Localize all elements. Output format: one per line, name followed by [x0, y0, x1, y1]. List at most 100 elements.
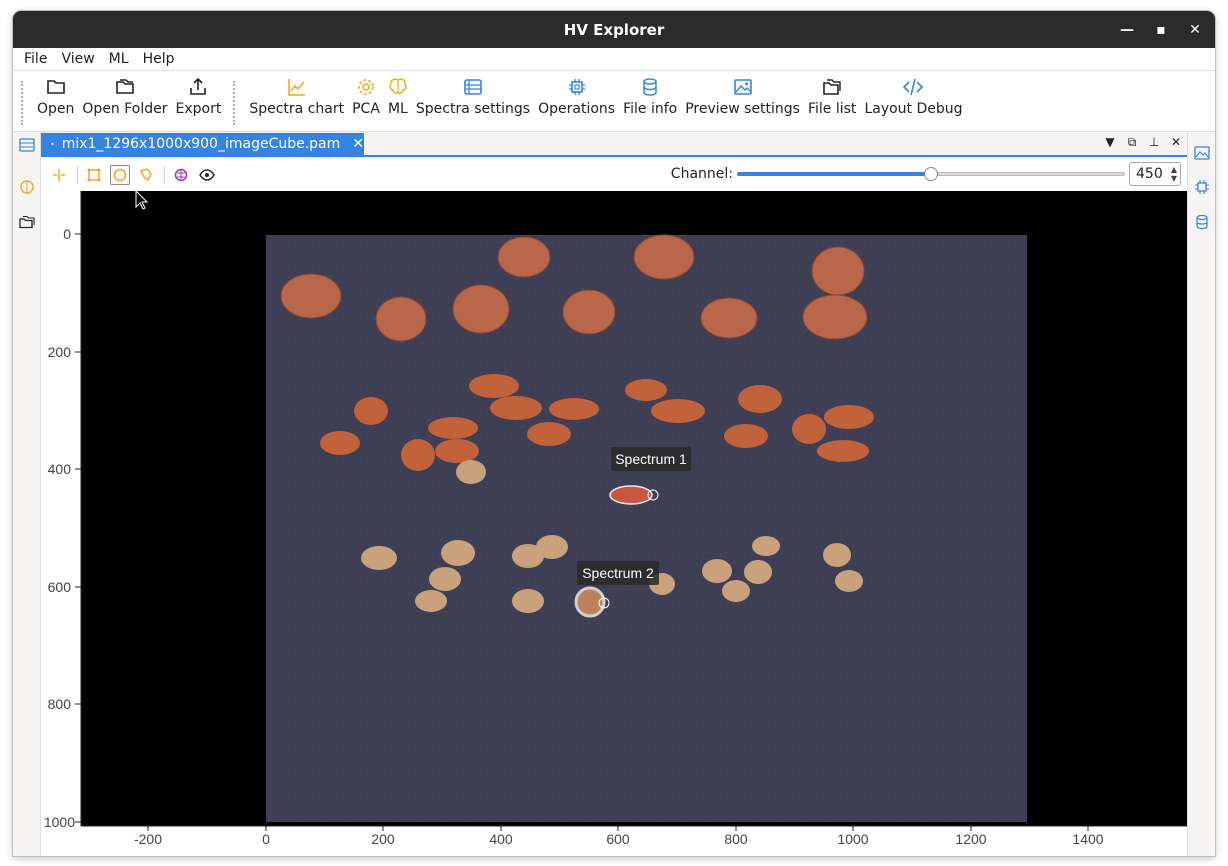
spectra-chart-label: Spectra chart: [249, 101, 345, 117]
export-label: Export: [175, 101, 222, 117]
spectra-settings-button[interactable]: Spectra settings: [412, 71, 534, 117]
brain-icon: [174, 168, 188, 182]
channel-spinbox[interactable]: 450 ▲ ▼: [1129, 162, 1181, 186]
brain-icon[interactable]: [19, 179, 35, 195]
ellipse-select-tool[interactable]: [110, 165, 130, 185]
y-tick-label: 600: [48, 579, 72, 595]
tool-separator: [164, 166, 165, 184]
y-tick-label: 800: [48, 696, 72, 712]
image-view[interactable]: Spectrum 1 Spectrum 2 0 200 400 600 800 …: [41, 189, 1187, 856]
spectrum-1-roi[interactable]: [609, 485, 653, 505]
menu-ml[interactable]: ML: [102, 51, 136, 67]
toolbar-grip[interactable]: [21, 81, 25, 125]
database-icon: [643, 78, 657, 96]
database-icon[interactable]: [1194, 214, 1210, 230]
channel-control: Channel: 450 ▲ ▼: [671, 162, 1181, 186]
rect-select-tool[interactable]: [84, 165, 104, 185]
gear-icon: [358, 79, 374, 95]
spectra-chart-button[interactable]: Spectra chart: [245, 71, 348, 117]
polygon-select-tool[interactable]: [136, 165, 156, 185]
spin-arrows-icon[interactable]: ▲ ▼: [1171, 165, 1177, 183]
mouse-cursor-icon: [135, 189, 149, 210]
image-icon: [733, 79, 752, 95]
minimize-icon: —: [1120, 22, 1134, 38]
window-title: HV Explorer: [563, 20, 665, 39]
file-info-label: File info: [623, 101, 678, 117]
image-plot[interactable]: Spectrum 1 Spectrum 2 0 200 400 600 800 …: [41, 189, 1187, 856]
ml-button[interactable]: ML: [384, 71, 412, 117]
open-folder-button[interactable]: Open Folder: [78, 71, 171, 117]
layout-debug-label: Layout Debug: [864, 101, 963, 117]
x-tick-label: 400: [489, 831, 513, 847]
tab-image-cube[interactable]: mix1_1296x1000x900_imageCube.pam ✕: [41, 133, 364, 155]
folders-icon: [823, 79, 841, 95]
operations-button[interactable]: Operations: [534, 71, 619, 117]
crosshair-tool[interactable]: [49, 165, 69, 185]
menu-file[interactable]: File: [17, 51, 54, 67]
y-tick-label: 0: [63, 226, 71, 242]
x-tick-label: 600: [606, 831, 630, 847]
file-list-button[interactable]: File list: [804, 71, 860, 117]
channel-value: 450: [1136, 166, 1163, 182]
close-panel-icon[interactable]: ✕: [1169, 135, 1183, 150]
image-file-icon: [51, 142, 54, 146]
pca-button[interactable]: PCA: [348, 71, 384, 117]
brain-icon: [389, 78, 407, 94]
x-tick-label: 200: [371, 831, 395, 847]
pca-label: PCA: [352, 101, 380, 117]
maximize-icon: ▪: [1156, 22, 1166, 38]
x-tick-label: -200: [134, 831, 162, 847]
open-label: Open: [37, 101, 75, 117]
ellipse-icon: [113, 168, 127, 182]
eye-icon: [199, 169, 215, 181]
tab-menu-icon[interactable]: ▼: [1103, 135, 1117, 150]
ml-overlay-tool[interactable]: [171, 165, 191, 185]
slider-handle[interactable]: [924, 167, 938, 181]
tab-title: mix1_1296x1000x900_imageCube.pam: [61, 136, 341, 152]
y-axis-area: [41, 191, 81, 826]
layout-debug-button[interactable]: Layout Debug: [860, 71, 966, 117]
x-tick-label: 1200: [955, 831, 986, 847]
tool-separator: [77, 166, 78, 184]
right-dock-bar: [1187, 132, 1215, 856]
close-window-button[interactable]: ✕: [1181, 17, 1209, 43]
spectrum-1-label: Spectrum 1: [615, 451, 687, 467]
pin-icon[interactable]: ⊥: [1147, 135, 1161, 150]
maximize-button[interactable]: ▪: [1147, 17, 1175, 43]
menu-view[interactable]: View: [54, 51, 101, 67]
export-icon: [190, 77, 207, 95]
float-icon[interactable]: ⧉: [1125, 135, 1139, 150]
folder-icon: [46, 80, 65, 94]
channel-slider[interactable]: [737, 166, 1125, 182]
line-chart-icon: [287, 79, 305, 96]
preview-settings-label: Preview settings: [685, 101, 800, 117]
close-icon: ✕: [1189, 22, 1201, 38]
list-settings-icon[interactable]: [19, 137, 35, 153]
tab-controls: ▼ ⧉ ⊥ ✕: [1103, 135, 1183, 150]
code-icon: [903, 78, 924, 96]
menu-help[interactable]: Help: [136, 51, 182, 67]
toolbar-separator: [233, 81, 237, 125]
open-button[interactable]: Open: [33, 71, 78, 117]
preview-settings-button[interactable]: Preview settings: [681, 71, 804, 117]
tab-close-icon[interactable]: ✕: [352, 136, 364, 152]
left-dock-bar: [13, 132, 41, 856]
y-tick-label: 200: [48, 344, 72, 360]
y-tick-label: 1000: [44, 814, 75, 830]
image-icon[interactable]: [1194, 145, 1210, 161]
x-tick-label: 800: [724, 831, 748, 847]
ml-label: ML: [387, 101, 408, 117]
cpu-icon[interactable]: [1194, 179, 1210, 195]
x-tick-label: 0: [262, 831, 270, 847]
channel-label: Channel:: [670, 166, 733, 182]
export-button[interactable]: Export: [172, 71, 226, 117]
minimize-button[interactable]: —: [1113, 17, 1141, 43]
rect-select-icon: [87, 168, 101, 182]
folders-icon[interactable]: [19, 214, 35, 230]
cpu-icon: [568, 79, 585, 95]
polygon-icon: [139, 168, 152, 182]
visibility-tool[interactable]: [197, 165, 217, 185]
spectrum-2-roi[interactable]: [574, 586, 606, 618]
file-info-button[interactable]: File info: [619, 71, 681, 117]
list-settings-icon: [464, 79, 482, 95]
